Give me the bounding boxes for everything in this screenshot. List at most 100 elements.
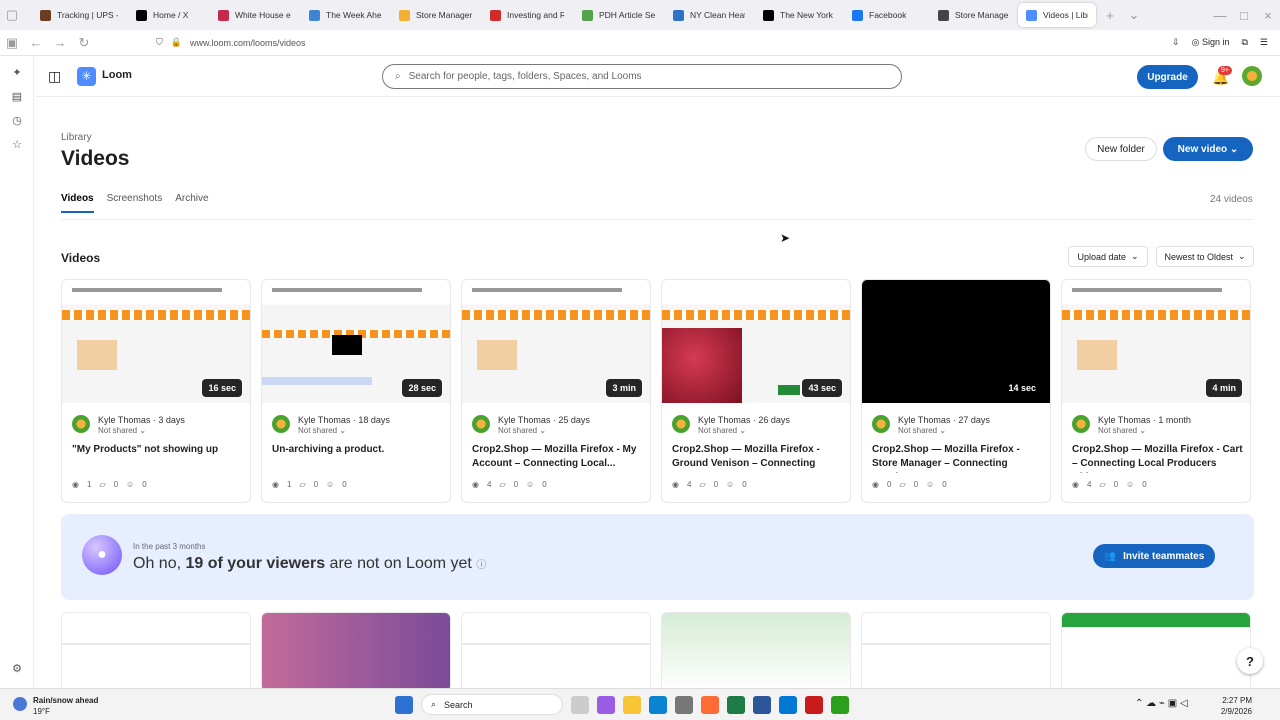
video-thumbnail[interactable] [661, 612, 851, 688]
video-card[interactable]: 3 min Kyle Thomas · 25 days Not shared ⌄… [461, 279, 651, 503]
settings-icon[interactable]: ⚙ [0, 656, 34, 680]
breadcrumb-library[interactable]: Library [61, 132, 92, 143]
browser-tab[interactable]: Store Manager – [930, 3, 1016, 27]
share-status[interactable]: Not shared ⌄ [1098, 426, 1146, 435]
video-title[interactable]: Crop2.Shop — Mozilla Firefox - My Accoun… [472, 443, 644, 473]
share-status[interactable]: Not shared ⌄ [498, 426, 546, 435]
video-title[interactable]: Crop2.Shop — Mozilla Firefox - Ground Ve… [672, 443, 844, 473]
browser-tab[interactable]: NY Clean Heat Re [665, 3, 753, 27]
weather-widget[interactable]: Rain/snow ahead 19°F [13, 694, 123, 717]
file-explorer-icon[interactable] [623, 695, 641, 714]
brand-name[interactable]: Loom [102, 69, 132, 81]
ai-icon[interactable]: ✦ [0, 60, 34, 84]
url-text[interactable]: www.loom.com/looms/videos [190, 38, 306, 48]
share-status[interactable]: Not shared ⌄ [98, 426, 146, 435]
video-card[interactable]: 4 min Kyle Thomas · 1 month Not shared ⌄… [1061, 279, 1251, 503]
clock[interactable]: 2:27 PM 2/9/2026 [1221, 695, 1252, 717]
browser-tab[interactable]: Facebook [844, 3, 928, 27]
browser-tab[interactable]: Home / X [128, 3, 208, 27]
upgrade-button[interactable]: Upgrade [1137, 65, 1198, 89]
video-thumbnail[interactable]: 43 sec [662, 280, 850, 403]
video-thumbnail[interactable]: 16 sec [62, 280, 250, 403]
browser-tab[interactable]: White House exc [210, 3, 299, 27]
close-window-icon[interactable]: × [1256, 3, 1280, 27]
video-title[interactable]: "My Products" not showing up [72, 443, 244, 473]
browser-tab[interactable]: Videos | Libra [1018, 3, 1096, 27]
sort-order-dropdown[interactable]: Newest to Oldest ⌄ [1156, 246, 1254, 267]
browser-tab[interactable]: Tracking | UPS - U [32, 3, 126, 27]
tab-list-icon[interactable]: ⌄ [1122, 3, 1146, 27]
sign-in-button[interactable]: ◎ Sign in [1192, 37, 1230, 48]
video-thumbnail[interactable] [61, 612, 251, 688]
edge-icon[interactable] [649, 695, 667, 714]
browser-tab[interactable]: The Week Ahead [301, 3, 389, 27]
extensions-icon[interactable]: ⧉ [1241, 37, 1247, 48]
loom-logo-icon[interactable]: ✳ [77, 67, 96, 86]
restore-icon[interactable]: □ [1232, 3, 1256, 27]
upload-date-dropdown[interactable]: Upload date ⌄ [1068, 246, 1148, 267]
share-status[interactable]: Not shared ⌄ [698, 426, 746, 435]
profile-avatar[interactable] [1242, 66, 1262, 86]
video-title[interactable]: Crop2.Shop — Mozilla Firefox - Store Man… [872, 443, 1044, 473]
video-card[interactable]: 16 sec Kyle Thomas · 3 days Not shared ⌄… [61, 279, 251, 503]
copilot-icon[interactable] [597, 695, 615, 714]
tab-overview-icon[interactable]: ▢ [0, 3, 24, 27]
info-icon[interactable]: ⓘ [476, 560, 486, 571]
tab-screenshots[interactable]: Screenshots [107, 193, 163, 213]
video-card[interactable]: 43 sec Kyle Thomas · 26 days Not shared … [661, 279, 851, 503]
taskbar-center: ⌕ Search [395, 694, 849, 715]
reactions-icon: ☺ [1126, 480, 1135, 489]
task-view-icon[interactable] [571, 695, 589, 714]
video-thumbnail[interactable]: 28 sec [262, 280, 450, 403]
quickbooks-icon[interactable] [831, 695, 849, 714]
acrobat-icon[interactable] [805, 695, 823, 714]
new-video-button[interactable]: New video ⌄ [1163, 137, 1253, 161]
download-icon[interactable]: ⇩ [1172, 37, 1180, 48]
menu-icon[interactable]: ☰ [1260, 37, 1268, 48]
browser-tab[interactable]: Investing and Ret [482, 3, 572, 27]
browser-tab[interactable]: Store Manager – [391, 3, 480, 27]
store-icon[interactable] [675, 695, 693, 714]
video-title[interactable]: Crop2.Shop — Mozilla Firefox - Cart – Co… [1072, 443, 1244, 473]
excel-icon[interactable] [727, 695, 745, 714]
windows-start-icon[interactable] [395, 695, 413, 714]
clock-icon[interactable]: ◷ [0, 108, 34, 132]
tab-videos[interactable]: Videos [61, 193, 94, 213]
outlook-icon[interactable] [779, 695, 797, 714]
new-tab-icon[interactable]: + [1098, 3, 1122, 27]
system-tray-icons[interactable]: ⌃ ☁ ⌁ ▣ ◁ [1135, 698, 1188, 709]
address-bar[interactable]: ⛉ 🔒 www.loom.com/looms/videos [156, 33, 1056, 53]
taskbar-search[interactable]: ⌕ Search [421, 694, 563, 715]
video-card[interactable]: 14 sec Kyle Thomas · 27 days Not shared … [861, 279, 1051, 503]
video-owner: Kyle Thomas · 26 days Not shared ⌄ [672, 415, 842, 435]
share-status[interactable]: Not shared ⌄ [898, 426, 946, 435]
video-thumbnail[interactable]: 14 sec [862, 280, 1050, 403]
forward-icon[interactable]: → [48, 31, 72, 55]
video-thumbnail[interactable]: 4 min [1062, 280, 1250, 403]
panel-toggle-icon[interactable]: ◫ [48, 68, 61, 85]
video-owner: Kyle Thomas · 18 days Not shared ⌄ [272, 415, 442, 435]
bookmarks-icon[interactable]: ☆ [0, 132, 34, 156]
minimize-icon[interactable]: — [1208, 3, 1232, 27]
invite-teammates-button[interactable]: 👥 Invite teammates [1093, 544, 1215, 568]
history-icon[interactable]: ▤ [0, 84, 34, 108]
help-button[interactable]: ? [1237, 648, 1263, 674]
video-thumbnail[interactable] [461, 612, 651, 688]
reload-icon[interactable]: ↻ [72, 31, 96, 55]
firefox-icon[interactable] [701, 695, 719, 714]
video-thumbnail[interactable] [861, 612, 1051, 688]
tab-archive[interactable]: Archive [175, 193, 208, 213]
search-input[interactable]: ⌕ Search for people, tags, folders, Spac… [382, 64, 902, 89]
back-icon[interactable]: ← [24, 31, 48, 55]
share-status[interactable]: Not shared ⌄ [298, 426, 346, 435]
video-thumbnail[interactable] [261, 612, 451, 688]
word-icon[interactable] [753, 695, 771, 714]
video-card[interactable]: 28 sec Kyle Thomas · 18 days Not shared … [261, 279, 451, 503]
new-folder-button[interactable]: New folder [1085, 137, 1157, 161]
browser-tab[interactable]: PDH Article Serie [574, 3, 663, 27]
browser-tab[interactable]: The New York Tim [755, 3, 842, 27]
video-title[interactable]: Un-archiving a product. [272, 443, 444, 473]
video-thumbnail[interactable]: 3 min [462, 280, 650, 403]
sidebar-toggle-icon[interactable]: ▣ [0, 31, 24, 55]
video-thumbnail[interactable] [1061, 612, 1251, 688]
